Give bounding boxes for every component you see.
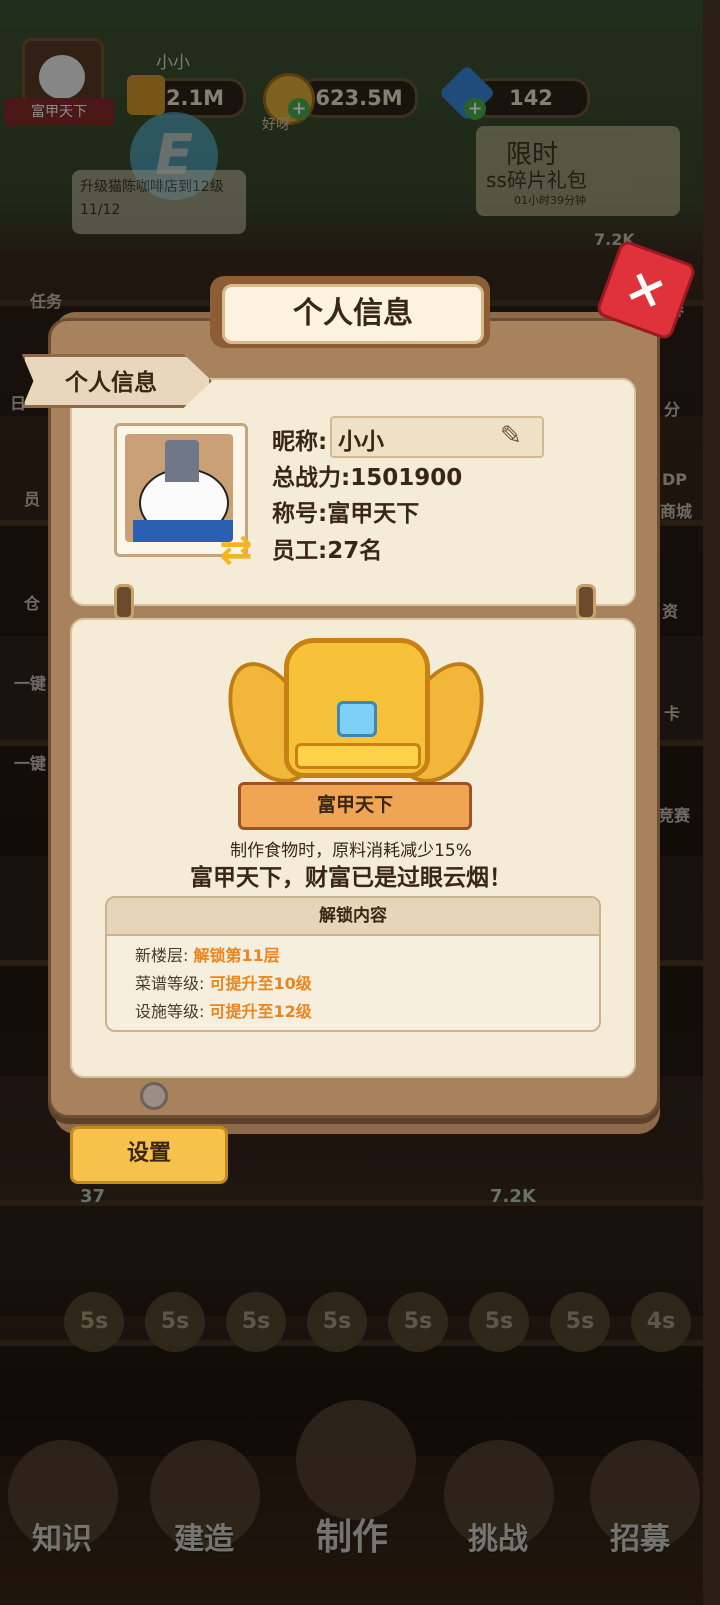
- total-power: 总战力:1501900: [272, 465, 463, 491]
- unlock-value: 可提升至12级: [209, 1002, 312, 1021]
- unlock-box: 解锁内容 新楼层: 解锁第11层 菜谱等级: 可提升至10级 设施等级: 可提升…: [105, 896, 601, 1032]
- nickname-value: 小小: [338, 429, 384, 455]
- unlock-row: 菜谱等级: 可提升至10级: [135, 970, 312, 994]
- emblem-motto: 富甲天下，财富已是过眼云烟！: [190, 865, 512, 891]
- swap-avatar-icon[interactable]: ⇄: [212, 528, 260, 572]
- unlock-label: 设施等级:: [135, 1002, 205, 1021]
- staff-count: 员工:27名: [272, 538, 383, 564]
- unlock-value: 可提升至10级: [209, 974, 312, 993]
- unlock-value: 解锁第11层: [193, 946, 280, 965]
- rope-left: [114, 584, 134, 620]
- profile-tab[interactable]: 个人信息: [22, 354, 212, 408]
- crown-bar: [295, 743, 421, 769]
- unlock-label: 新楼层:: [135, 946, 189, 965]
- edit-pencil-icon[interactable]: ✎: [500, 422, 528, 450]
- settings-button[interactable]: 设置: [70, 1126, 228, 1184]
- nickname-label: 昵称:: [272, 429, 328, 455]
- panel-title: 个人信息: [222, 284, 484, 344]
- portrait-image: [125, 434, 233, 542]
- unlock-row: 设施等级: 可提升至12级: [135, 998, 312, 1022]
- rope-right: [576, 584, 596, 620]
- player-title: 称号:富甲天下: [272, 501, 420, 527]
- hanger-hook: [140, 1082, 168, 1110]
- emblem-title-ribbon: 富甲天下: [238, 782, 472, 830]
- crown-gem: [337, 701, 377, 737]
- unlock-header: 解锁内容: [107, 898, 599, 936]
- unlock-label: 菜谱等级:: [135, 974, 205, 993]
- crown-shape: [284, 638, 430, 778]
- portrait-hat: [165, 440, 199, 482]
- unlock-row: 新楼层: 解锁第11层: [135, 942, 280, 966]
